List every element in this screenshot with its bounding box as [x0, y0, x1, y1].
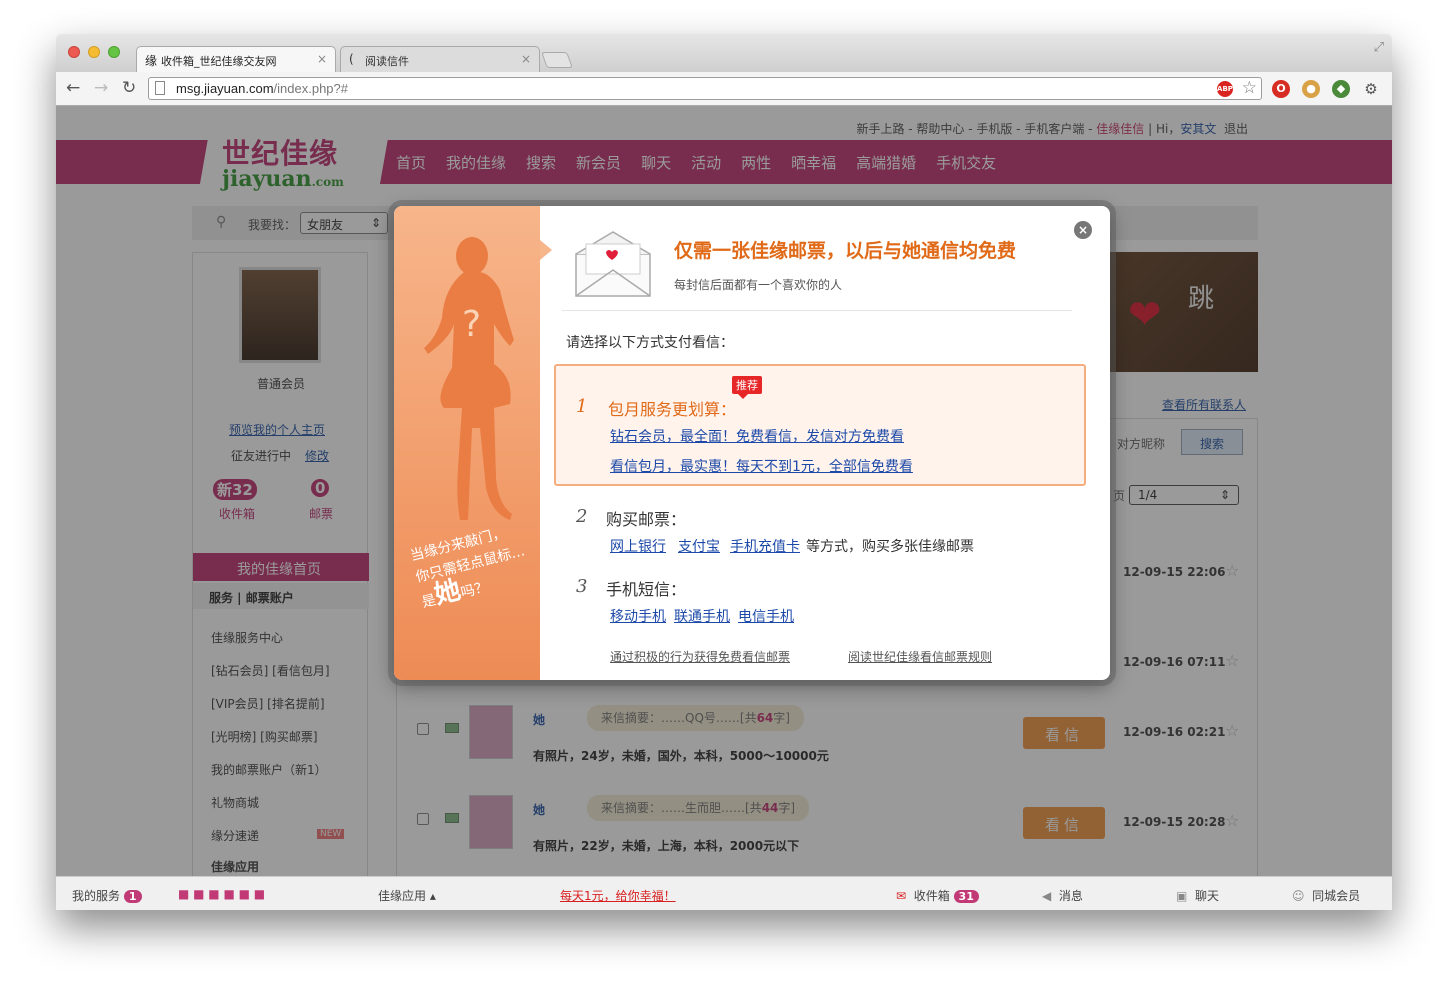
- close-window-button[interactable]: [68, 46, 80, 58]
- fullscreen-icon[interactable]: ⤢: [1374, 40, 1384, 55]
- tab-bar: 缘 收件箱_世纪佳缘交友网 × ( 阅读信件 × ⤢: [56, 34, 1392, 72]
- modal-subtitle: 每封信后面都有一个喜欢你的人: [674, 278, 843, 292]
- option-title: 包月服务更划算：: [608, 400, 737, 419]
- monthly-read-link[interactable]: 看信包月，最实惠！每天不到1元，全部信免费看: [610, 456, 913, 476]
- choose-payment-label: 请选择以下方式支付看信：: [566, 335, 734, 351]
- apps-menu[interactable]: 佳缘应用 ▴: [378, 887, 436, 904]
- tab-read-letter[interactable]: ( 阅读信件 ×: [340, 46, 540, 72]
- service-shortcut-icons[interactable]: ■ ■ ■ ■ ■ ■: [178, 887, 265, 901]
- cookie-extension-icon[interactable]: ●: [1302, 80, 1320, 98]
- opera-extension-icon[interactable]: O: [1272, 80, 1290, 98]
- loading-icon: (: [349, 52, 354, 66]
- china-mobile-link[interactable]: 移动手机: [610, 606, 666, 626]
- china-unicom-link[interactable]: 联通手机: [674, 606, 730, 626]
- option-monthly: 推荐 1 包月服务更划算： 钻石会员，最全面！免费看信，发信对方免费看 看信包月…: [554, 364, 1086, 486]
- tab-close-icon[interactable]: ×: [317, 52, 327, 66]
- woman-silhouette-icon: ?: [424, 237, 514, 520]
- local-members-link[interactable]: ☺ 同城会员: [1292, 887, 1360, 904]
- my-services-link[interactable]: 我的服务 1: [72, 887, 142, 904]
- bottom-bar: 我的服务 1 ■ ■ ■ ■ ■ ■ 佳缘应用 ▴ 每天1元，给你幸福！ ✉ 收…: [56, 876, 1392, 910]
- divider: [562, 310, 1072, 311]
- messages-link[interactable]: ◀ 消息: [1042, 887, 1083, 904]
- site-favicon-icon: 缘: [145, 54, 158, 68]
- option-title: 手机短信：: [606, 580, 687, 599]
- option-number: 3: [576, 576, 588, 597]
- bottom-inbox-link[interactable]: ✉ 收件箱 31: [896, 887, 979, 904]
- minimize-window-button[interactable]: [88, 46, 100, 58]
- payment-modal: ? 当缘分来敲门， 你只需轻点鼠标… 是她吗？ × 仅需一张佳缘邮票，以后与她通…: [394, 206, 1110, 680]
- svg-text:?: ?: [462, 304, 481, 345]
- option-number: 1: [576, 396, 588, 417]
- adblock-icon[interactable]: ABP: [1217, 81, 1233, 97]
- tab-close-icon[interactable]: ×: [521, 52, 531, 66]
- close-modal-button[interactable]: ×: [1074, 221, 1092, 239]
- forward-icon[interactable]: →: [94, 78, 108, 98]
- reload-icon[interactable]: ↻: [122, 78, 136, 98]
- new-tab-button[interactable]: [541, 52, 573, 68]
- address-bar[interactable]: msg.jiayuan.com/index.php?# ABP ☆: [148, 77, 1262, 100]
- modal-title: 仅需一张佳缘邮票，以后与她通信均免费: [674, 240, 1017, 262]
- china-telecom-link[interactable]: 电信手机: [738, 606, 794, 626]
- tab-inbox[interactable]: 缘 收件箱_世纪佳缘交友网 ×: [136, 46, 336, 72]
- tab-title: 收件箱_世纪佳缘交友网: [161, 55, 277, 68]
- option-title: 购买邮票：: [606, 510, 687, 529]
- browser-toolbar: ← → ↻ msg.jiayuan.com/index.php?# ABP ☆ …: [56, 72, 1392, 106]
- modal-arrow: [540, 240, 552, 260]
- chat-link[interactable]: ▣ 聊天: [1176, 887, 1219, 904]
- wrench-icon[interactable]: ⚙: [1362, 80, 1380, 98]
- back-icon[interactable]: ←: [66, 78, 80, 98]
- promo-link[interactable]: 每天1元，给你幸福！: [560, 887, 676, 904]
- bookmark-star-icon[interactable]: ☆: [1242, 78, 1257, 98]
- alipay-link[interactable]: 支付宝: [678, 536, 720, 556]
- diamond-member-link[interactable]: 钻石会员，最全面！免费看信，发信对方免费看: [610, 426, 904, 446]
- free-stamp-link[interactable]: 通过积极的行为获得免费看信邮票: [610, 648, 790, 665]
- stamp-rules-link[interactable]: 阅读世纪佳缘看信邮票规则: [848, 648, 992, 665]
- option-description: 等方式，购买多张佳缘邮票: [806, 539, 974, 555]
- zoom-window-button[interactable]: [108, 46, 120, 58]
- modal-side-panel: ? 当缘分来敲门， 你只需轻点鼠标… 是她吗？: [394, 206, 540, 680]
- online-bank-link[interactable]: 网上银行: [610, 536, 666, 556]
- page-icon: [155, 81, 165, 95]
- url-text: msg.jiayuan.com/index.php?#: [176, 81, 348, 96]
- option-number: 2: [576, 506, 588, 527]
- recommend-badge: 推荐: [732, 376, 762, 399]
- rss-extension-icon[interactable]: ◆: [1332, 80, 1350, 98]
- modal-side-text: 当缘分来敲门， 你只需轻点鼠标… 是她吗？: [408, 525, 527, 612]
- phone-card-link[interactable]: 手机充值卡: [730, 536, 800, 556]
- envelope-heart-icon: [575, 231, 651, 297]
- tab-title: 阅读信件: [365, 55, 409, 68]
- browser-window: 缘 收件箱_世纪佳缘交友网 × ( 阅读信件 × ⤢ ← → ↻ msg.jia…: [56, 34, 1392, 910]
- web-page: 新手上路 - 帮助中心 - 手机版 - 手机客户端 - 佳缘佳信 | Hi，安其…: [56, 106, 1392, 910]
